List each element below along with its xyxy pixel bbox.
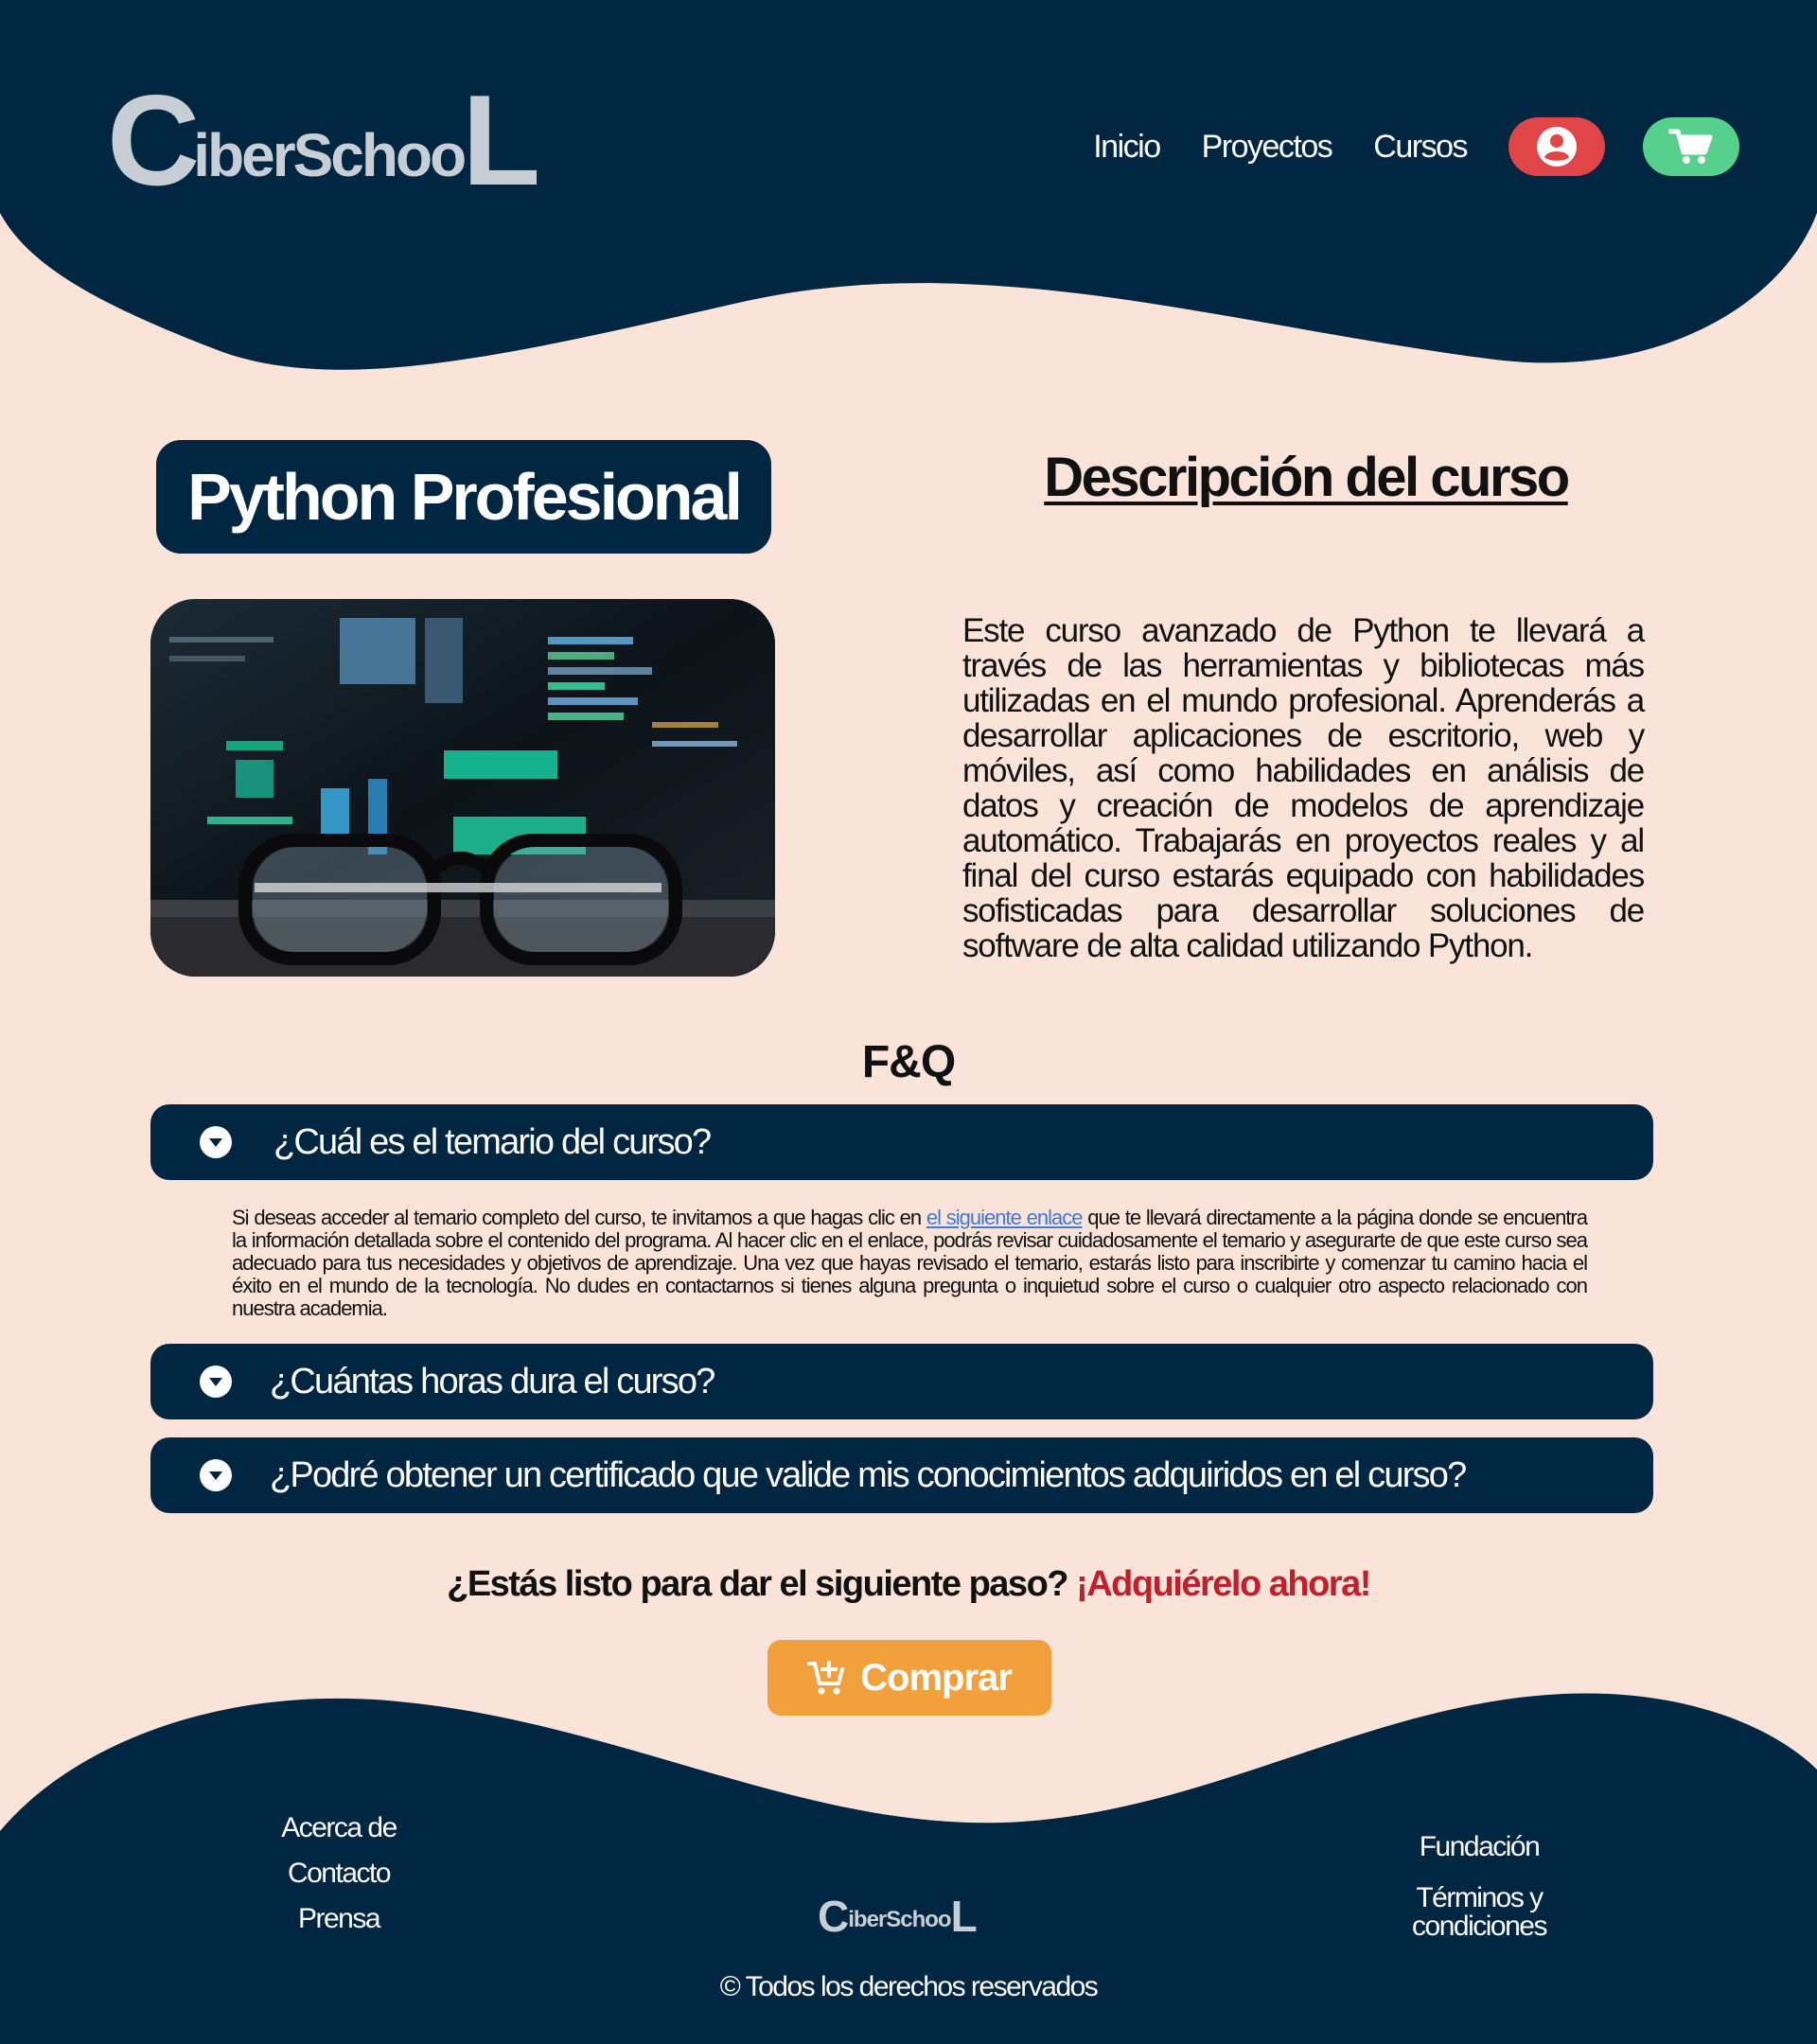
user-button[interactable]	[1508, 117, 1605, 176]
call-to-action: ¿Estás listo para dar el siguiente paso?…	[0, 1564, 1817, 1605]
nav-proyectos[interactable]: Proyectos	[1202, 129, 1333, 166]
nav-inicio[interactable]: Inicio	[1093, 129, 1161, 166]
nav-cursos[interactable]: Cursos	[1373, 129, 1468, 166]
logo-text: iberSchoo	[193, 121, 467, 189]
course-title-card: Python Profesional	[156, 440, 771, 554]
cta-highlight: ¡Adquiérelo ahora!	[1076, 1564, 1371, 1604]
main-nav: Inicio Proyectos Cursos	[1093, 117, 1739, 176]
shopping-cart-icon	[1668, 129, 1713, 164]
footer-link-fundacion[interactable]: Fundación	[1420, 1831, 1541, 1862]
faq-item-certificado[interactable]: ¿Podré obtener un certificado que valide…	[150, 1437, 1653, 1513]
chevron-down-icon	[200, 1459, 232, 1491]
logo-letter-c: C	[107, 68, 200, 212]
footer-logo[interactable]: C iberSchoo L	[818, 1892, 978, 1941]
faq-answer-temario: Si deseas acceder al temario completo de…	[232, 1206, 1588, 1320]
description-title: Descripción del curso	[1044, 447, 1570, 508]
chevron-down-icon	[200, 1366, 232, 1398]
course-title: Python Profesional	[187, 460, 743, 534]
description-text: Este curso avanzado de Python te llevará…	[962, 612, 1645, 964]
faq-question: ¿Cuál es el temario del curso?	[273, 1121, 712, 1162]
footer-link-acerca[interactable]: Acerca de	[281, 1812, 397, 1843]
cart-button[interactable]	[1643, 117, 1739, 176]
faq-item-horas[interactable]: ¿Cuántas horas dura el curso?	[150, 1344, 1653, 1419]
footer-link-prensa[interactable]: Prensa	[298, 1903, 381, 1934]
faq-question: ¿Podré obtener un certificado que valide…	[270, 1454, 1467, 1495]
chevron-down-icon	[200, 1126, 232, 1158]
site-logo[interactable]: C iberSchoo L	[107, 68, 540, 212]
course-image	[150, 599, 775, 977]
faq-item-temario[interactable]: ¿Cuál es el temario del curso?	[150, 1104, 1653, 1180]
faq-question: ¿Cuántas horas dura el curso?	[270, 1361, 715, 1401]
footer-logo-letter-l: L	[950, 1892, 978, 1941]
footer-link-contacto[interactable]: Contacto	[288, 1858, 392, 1889]
footer-link-terminos[interactable]: Términos y condiciones	[1412, 1882, 1547, 1942]
faq-title: F&Q	[861, 1037, 956, 1087]
header-wave-background	[0, 0, 1817, 370]
code-screen-illustration	[150, 599, 775, 977]
footer-logo-letter-c: C	[818, 1892, 849, 1941]
footer-links-left: Acerca de Contacto Prensa	[244, 1812, 433, 1948]
footer-logo-text: iberSchoo	[848, 1907, 951, 1932]
footer-links-right: Fundación Términos y condiciones	[1385, 1831, 1574, 1941]
user-circle-icon	[1537, 127, 1577, 167]
temario-link[interactable]: el siguiente enlace	[926, 1206, 1084, 1229]
copyright-text: © Todos los derechos reservados	[719, 1971, 1099, 2002]
logo-letter-l: L	[462, 68, 540, 212]
faq-answer-text: Si deseas acceder al temario completo de…	[232, 1206, 926, 1229]
cta-question: ¿Estás listo para dar el siguiente paso?	[447, 1564, 1068, 1604]
